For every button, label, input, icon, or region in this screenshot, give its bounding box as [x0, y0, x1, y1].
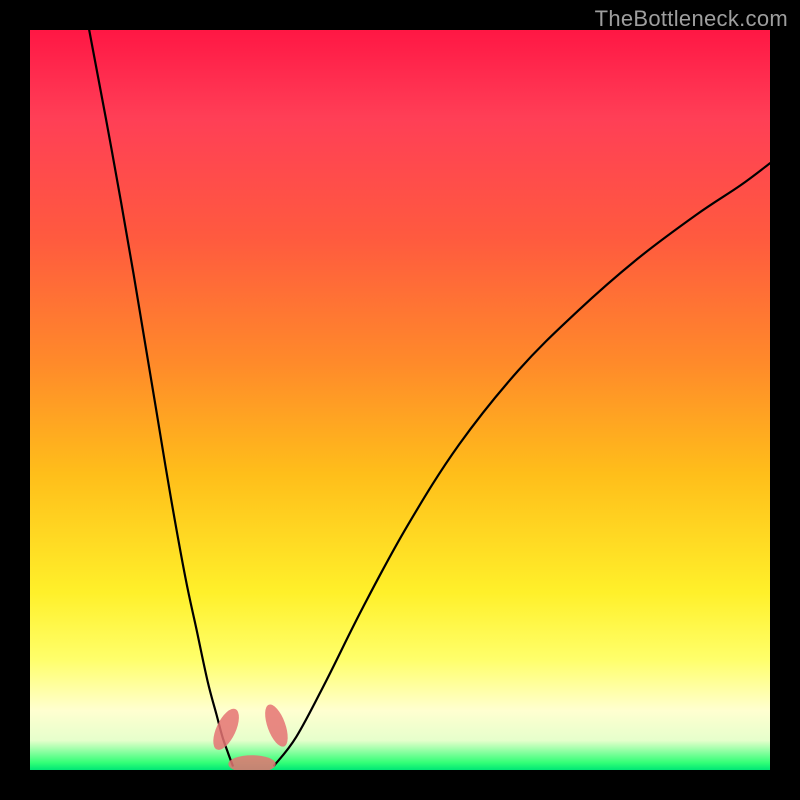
bottleneck-curve-left [89, 30, 233, 766]
chart-frame: TheBottleneck.com [0, 0, 800, 800]
blob-blob-right [260, 702, 292, 750]
watermark-text: TheBottleneck.com [595, 6, 788, 32]
curve-layer [30, 30, 770, 770]
bottleneck-curve-right [274, 163, 770, 765]
blob-blob-mid [228, 755, 275, 770]
plot-area [30, 30, 770, 770]
